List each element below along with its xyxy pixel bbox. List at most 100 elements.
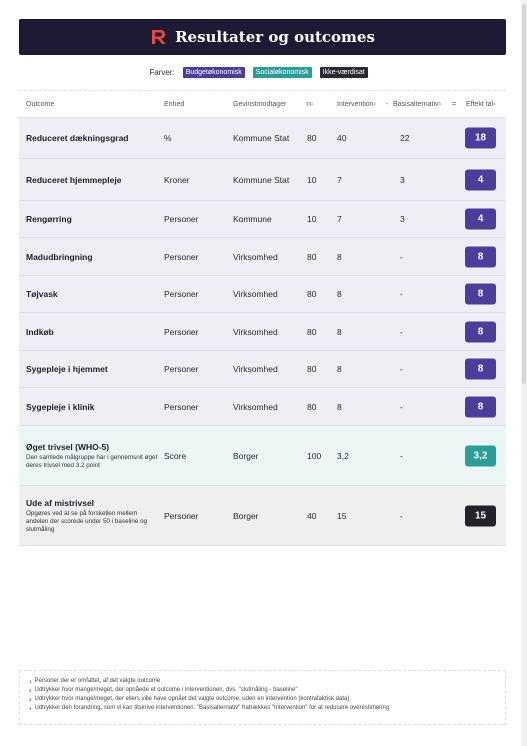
intervention-cell: 15 xyxy=(337,510,347,521)
intervention-cell: 3,2 xyxy=(337,450,349,461)
n-cell: 80 xyxy=(307,251,317,262)
table-row: Rengørring Personer Kommune 10 7 3 4 xyxy=(19,200,506,237)
outcome-description: Opgøres ved at se på forskellen mellem a… xyxy=(26,509,148,533)
enhed-cell: Personer xyxy=(164,364,199,374)
outcome-description: Den samlede målgruppe har i gennemsnit ø… xyxy=(26,453,158,469)
basis-cell: - xyxy=(400,401,403,412)
outcome-cell: Ude af mistrivsel Opgøres ved at se på f… xyxy=(26,498,158,534)
basis-cell: - xyxy=(400,364,403,374)
n-cell: 80 xyxy=(307,289,317,299)
footnotes: 1 Personer der er omfattet, af det valgte… xyxy=(19,670,506,725)
gevinst-cell: Virksomhed xyxy=(233,401,278,412)
effekt-badge: 18 xyxy=(465,127,496,149)
legend-chip-social: Socialøkonomisk xyxy=(252,66,312,78)
page-header: Resultater og outcomes xyxy=(19,19,506,55)
r-logo-icon xyxy=(150,28,168,46)
n-cell: 10 xyxy=(307,214,317,224)
outcome-cell: Rengørring xyxy=(26,214,72,224)
footnote: 3 Udtrykker hvor mange/meget, der ellers … xyxy=(29,696,350,702)
effekt-badge: 4 xyxy=(465,169,496,190)
page-title: Resultater og outcomes xyxy=(175,28,375,46)
scrollbar-thumb[interactable] xyxy=(522,4,526,384)
scrollbar[interactable] xyxy=(521,0,527,746)
col-intervention: Intervention2 xyxy=(337,101,376,108)
table-row: Øget trivsel (WHO-5) Den samlede målgrup… xyxy=(19,425,506,485)
basis-cell: 3 xyxy=(400,174,405,185)
n-cell: 10 xyxy=(307,174,317,185)
basis-cell: - xyxy=(400,510,403,521)
basis-cell: 22 xyxy=(400,133,410,143)
basis-cell: 3 xyxy=(400,214,405,224)
col-enhed: Enhed xyxy=(164,101,185,108)
enhed-cell: Personer xyxy=(164,401,199,412)
effekt-badge: 8 xyxy=(465,358,496,380)
outcome-cell: Sygepleje i hjemmet xyxy=(26,364,108,374)
intervention-cell: 7 xyxy=(337,174,342,185)
effekt-badge: 8 xyxy=(465,396,496,417)
outcome-cell: Tøjvask xyxy=(26,289,58,299)
footnote: 1 Personer der er omfattet, af det valgte… xyxy=(29,678,161,684)
footnote: 2 Udtrykker hvor mange/meget, der opnåede… xyxy=(29,687,298,693)
legend-chip-ikke: Ikke-værdisat xyxy=(319,66,368,78)
enhed-cell: Personer xyxy=(164,326,199,337)
gevinst-cell: Borger xyxy=(233,510,259,521)
col-effekt: Effekt tal4 xyxy=(466,101,496,108)
outcome-cell: Øget trivsel (WHO-5) Den samlede målgrup… xyxy=(26,441,158,469)
effekt-badge: 4 xyxy=(465,208,496,230)
n-cell: 100 xyxy=(307,450,322,461)
gevinst-cell: Kommune xyxy=(233,214,272,224)
outcome-cell: Madudbringning xyxy=(26,251,93,262)
n-cell: 80 xyxy=(307,326,317,337)
intervention-cell: 8 xyxy=(337,326,342,337)
intervention-cell: 8 xyxy=(337,401,342,412)
enhed-cell: Personer xyxy=(164,214,199,224)
basis-cell: - xyxy=(400,289,403,299)
col-n: n1 xyxy=(307,101,314,108)
gevinst-cell: Kommune Stat xyxy=(233,174,290,185)
color-legend: Farver: Budgetøkonomisk Socialøkonomisk … xyxy=(19,64,506,80)
gevinst-cell: Virksomhed xyxy=(233,326,278,337)
outcome-cell: Reduceret hjemmepleje xyxy=(26,174,122,185)
enhed-cell: Personer xyxy=(164,510,199,521)
n-cell: 80 xyxy=(307,364,317,374)
basis-cell: - xyxy=(400,326,403,337)
table-row: Reduceret hjemmepleje Kroner Kommune Sta… xyxy=(19,158,506,200)
n-cell: 80 xyxy=(307,401,317,412)
basis-cell: - xyxy=(400,251,403,262)
n-cell: 40 xyxy=(307,510,317,521)
table-row: Sygepleje i klinik Personer Virksomhed 8… xyxy=(19,387,506,425)
divider xyxy=(19,90,506,91)
intervention-cell: 7 xyxy=(337,214,342,224)
intervention-cell: 8 xyxy=(337,289,342,299)
table-row: Reduceret dækningsgrad % Kommune Stat 80… xyxy=(19,117,506,158)
n-cell: 80 xyxy=(307,133,317,143)
col-minus: - xyxy=(386,101,389,108)
outcome-table: Reduceret dækningsgrad % Kommune Stat 80… xyxy=(19,117,506,546)
col-equals: = xyxy=(452,101,457,108)
legend-label: Farver: xyxy=(149,67,175,77)
effekt-badge: 8 xyxy=(465,321,496,342)
gevinst-cell: Kommune Stat xyxy=(233,133,290,143)
footnote: 4 Udtrykker den forandring, som vi kan ti… xyxy=(29,705,390,711)
table-row: Tøjvask Personer Virksomhed 80 8 - 8 xyxy=(19,275,506,312)
gevinst-cell: Virksomhed xyxy=(233,289,278,299)
table-row: Indkøb Personer Virksomhed 80 8 - 8 xyxy=(19,312,506,350)
enhed-cell: Kroner xyxy=(164,174,190,185)
outcome-cell: Sygepleje i klinik xyxy=(26,401,95,412)
gevinst-cell: Borger xyxy=(233,450,259,461)
col-outcome: Outcome xyxy=(26,101,55,108)
intervention-cell: 8 xyxy=(337,251,342,262)
col-gevinst: Gevinstmodtager xyxy=(233,101,287,108)
enhed-cell: % xyxy=(164,133,172,143)
outcome-cell: Reduceret dækningsgrad xyxy=(26,133,129,143)
enhed-cell: Personer xyxy=(164,251,199,262)
enhed-cell: Score xyxy=(164,450,187,461)
effekt-badge: 15 xyxy=(465,505,496,526)
intervention-cell: 40 xyxy=(337,133,347,143)
col-basis: Basisalternativ3 xyxy=(393,101,441,108)
effekt-badge: 8 xyxy=(465,246,496,267)
divider xyxy=(19,545,506,546)
legend-chip-budget: Budgetøkonomisk xyxy=(182,66,245,78)
table-row: Sygepleje i hjemmet Personer Virksomhed … xyxy=(19,350,506,387)
outcome-cell: Indkøb xyxy=(26,326,54,337)
